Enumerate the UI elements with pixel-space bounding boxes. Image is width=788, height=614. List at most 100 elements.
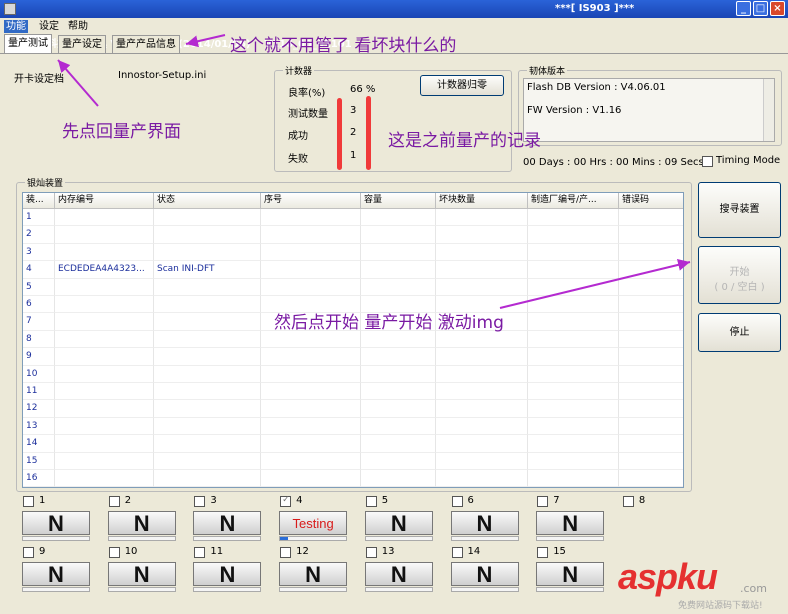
port-9-number: 9 <box>39 546 46 557</box>
menu-function[interactable]: 功能 <box>4 20 28 33</box>
port-12-checkbox[interactable] <box>280 547 292 558</box>
cell-empty <box>361 365 436 383</box>
table-row[interactable]: 10 <box>23 365 683 383</box>
port-5-checkbox[interactable] <box>365 496 377 507</box>
col-header-bad-blocks[interactable]: 坏块数量 <box>436 193 528 209</box>
cell-empty <box>436 452 528 470</box>
menu-help[interactable]: 帮助 <box>66 20 90 33</box>
cell-empty <box>528 452 619 470</box>
col-header-capacity[interactable]: 容量 <box>361 193 436 209</box>
port-9-status-button[interactable]: N <box>22 562 90 586</box>
col-header-status[interactable]: 状态 <box>154 193 261 209</box>
port-3-status-button[interactable]: N <box>193 511 262 535</box>
cell-empty <box>619 331 683 349</box>
port-3-progress-bar <box>193 536 262 541</box>
table-row[interactable]: 14 <box>23 435 683 453</box>
port-2-checkbox[interactable] <box>108 496 120 507</box>
table-row[interactable]: 11 <box>23 383 683 401</box>
col-header-serial[interactable]: 序号 <box>261 193 361 209</box>
cell-port: 4 <box>23 261 55 279</box>
port-7-checkbox[interactable] <box>537 496 549 507</box>
cell-port: 3 <box>23 243 55 262</box>
cell-memory-id <box>55 243 154 262</box>
cell-memory-id <box>55 417 154 436</box>
col-header-error-code[interactable]: 错误码 <box>619 193 683 209</box>
table-row[interactable]: 12 <box>23 400 683 418</box>
port-9-checkbox[interactable] <box>23 547 34 558</box>
cell-empty <box>619 279 683 296</box>
cell-memory-id <box>55 435 154 453</box>
maximize-button[interactable]: □ <box>753 1 768 16</box>
table-row[interactable]: 9 <box>23 348 683 366</box>
table-row[interactable]: 16 <box>23 470 683 487</box>
port-12-status-button[interactable]: N <box>279 562 348 586</box>
cell-empty <box>361 452 436 470</box>
port-3-checkbox[interactable] <box>194 496 206 507</box>
port-7-status-button[interactable]: N <box>536 511 605 535</box>
port-4-status-button[interactable]: Testing <box>279 511 348 535</box>
port-6-checkbox[interactable] <box>451 496 463 507</box>
table-row[interactable]: 8 <box>23 330 683 349</box>
port-1-checkbox[interactable] <box>23 496 34 507</box>
table-row[interactable]: 15 <box>23 452 683 470</box>
port-12-progress-bar <box>279 587 348 592</box>
cell-status <box>154 365 261 383</box>
port-1-number: 1 <box>39 495 46 506</box>
table-row[interactable]: 3 <box>23 243 683 262</box>
port-13-progress-bar <box>364 587 433 592</box>
port-8-number: 8 <box>638 495 646 506</box>
table-row[interactable]: 5 <box>23 278 683 296</box>
close-button[interactable]: × <box>770 1 785 16</box>
cell-empty <box>361 330 436 349</box>
start-button[interactable]: 开始 ( 0 / 空白 ) <box>698 246 781 304</box>
port-14-checkbox[interactable] <box>451 547 463 558</box>
port-10-status-button[interactable]: N <box>107 562 176 586</box>
port-15-checkbox[interactable] <box>537 547 549 558</box>
port-8-checkbox[interactable] <box>622 496 634 507</box>
firmware-scrollbar[interactable] <box>763 79 774 141</box>
cell-empty <box>528 470 619 487</box>
port-13-checkbox[interactable] <box>365 547 377 558</box>
port-11-checkbox[interactable] <box>194 547 206 558</box>
firmware-info-box: Flash DB Version : V4.06.01 FW Version :… <box>523 78 775 142</box>
cell-empty <box>528 209 619 227</box>
col-header-manufacturer[interactable]: 制造厂编号/产... <box>528 193 619 209</box>
cell-memory-id <box>55 383 154 401</box>
cell-empty <box>619 244 683 262</box>
device-table: 装... 内存编号 状态 序号 容量 坏块数量 制造厂编号/产... 错误码 1… <box>22 192 684 488</box>
tab-mp-settings[interactable]: 量产设定 <box>58 35 106 53</box>
search-device-button[interactable]: 搜寻装置 <box>698 182 781 238</box>
tab-mp-test[interactable]: 量产测试 <box>4 34 52 54</box>
table-row[interactable]: 1 <box>23 209 683 227</box>
cell-memory-id <box>55 226 154 244</box>
port-6-status-button[interactable]: N <box>450 511 519 535</box>
menu-settings[interactable]: 设定 <box>37 20 61 33</box>
settings-file-value: Innostor-Setup.ini <box>118 70 207 81</box>
timing-mode-checkbox[interactable] <box>702 156 713 167</box>
port-5-status-button[interactable]: N <box>364 511 433 535</box>
port-14-status-button[interactable]: N <box>450 562 519 586</box>
tab-mp-product-info[interactable]: 量产产品信息 <box>112 35 180 53</box>
reset-counter-button[interactable]: 计数器归零 <box>420 75 504 96</box>
start-label: 开始 <box>729 267 750 278</box>
stop-button[interactable]: 停止 <box>698 313 781 352</box>
table-row[interactable]: 13 <box>23 417 683 436</box>
port-1-status-button[interactable]: N <box>22 511 90 535</box>
port-4-checkbox[interactable] <box>280 495 292 507</box>
port-13-status-button[interactable]: N <box>364 562 433 586</box>
cell-empty <box>436 261 528 279</box>
port-11-status-button[interactable]: N <box>193 562 262 586</box>
port-15-status-button[interactable]: N <box>536 562 605 586</box>
cell-empty <box>619 470 683 487</box>
table-row[interactable]: 2 <box>23 226 683 244</box>
col-header-port[interactable]: 装... <box>23 193 55 209</box>
cell-empty <box>361 470 436 487</box>
col-header-memory-id[interactable]: 内存编号 <box>55 193 154 209</box>
port-10-checkbox[interactable] <box>108 547 120 558</box>
minimize-button[interactable]: _ <box>736 1 751 16</box>
cell-status <box>154 417 261 436</box>
port-7-number: 7 <box>553 495 560 506</box>
table-row[interactable]: 4 ECDEDEA4A4323... Scan INI-DFT <box>23 261 683 279</box>
yield-value: 66 % <box>350 84 376 95</box>
port-2-status-button[interactable]: N <box>107 511 176 535</box>
